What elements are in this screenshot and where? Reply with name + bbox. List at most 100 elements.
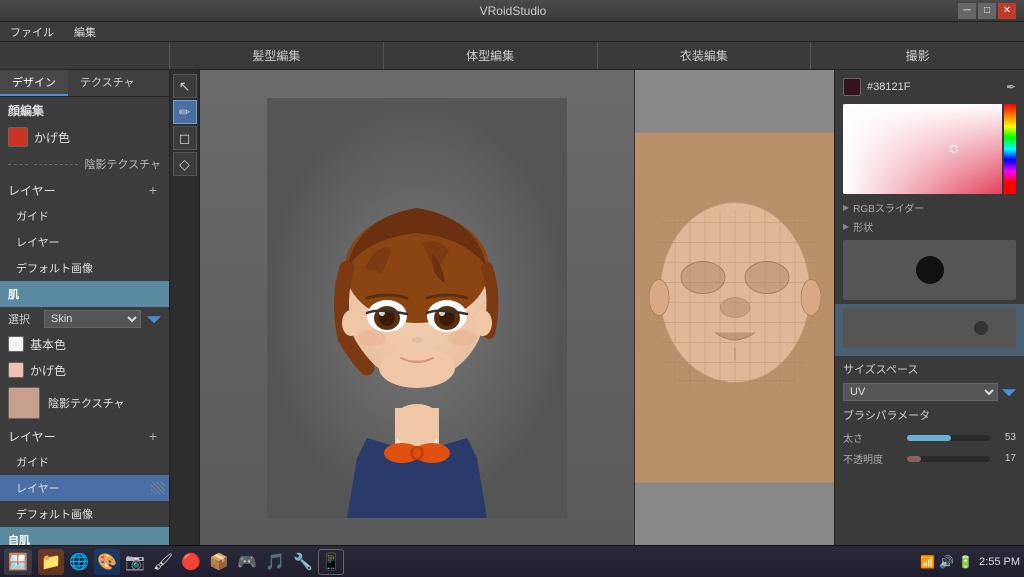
face-shadow-color-swatch[interactable] (8, 127, 28, 147)
default-image-row-1[interactable]: デフォルト画像 (0, 255, 169, 281)
eyedropper-icon[interactable]: ✒ (1006, 80, 1016, 94)
taskbar-app-4[interactable]: 📷 (122, 549, 148, 575)
window-title: VRoidStudio (68, 4, 958, 18)
guide-row-1[interactable]: ガイド (0, 203, 169, 229)
maximize-button[interactable]: □ (978, 3, 996, 19)
add-skin-layer-button[interactable]: + (145, 428, 161, 444)
skin-select-row: 選択 Skin (0, 307, 169, 331)
taskbar-system-icons: 📶 🔊 🔋 (920, 555, 973, 569)
color-hex-swatch[interactable] (843, 78, 861, 96)
fill-tool-button[interactable]: ◇ (173, 152, 197, 176)
color-gradient (843, 104, 1002, 194)
taskbar-app-7[interactable]: 📦 (206, 549, 232, 575)
taskbar: 🪟 📁 🌐 🎨 📷 🖌 🔴 📦 🎮 🎵 🔧 📱 📶 🔊 🔋 2:55 PM (0, 545, 1024, 577)
main-content: デザイン テクスチャ 顔編集 かげ色 陰影テクスチャ レイヤー + ガイド レイ… (0, 70, 1024, 545)
rgb-slider-section-label: RGBスライダー (835, 198, 1024, 217)
cursor-tool-button[interactable]: ↖ (173, 74, 197, 98)
tab-costume[interactable]: 衣装編集 (598, 42, 812, 69)
add-layer-button[interactable]: + (145, 182, 161, 198)
skin-base-color-row[interactable]: 基本色 (0, 331, 169, 357)
menu-edit[interactable]: 編集 (70, 22, 100, 42)
skin-base-color-swatch[interactable] (8, 336, 24, 352)
skin-texture-thumb[interactable] (8, 387, 40, 419)
section-header-own-skin: 自肌 (0, 527, 169, 545)
color-cursor[interactable] (950, 145, 958, 153)
face-shadow-color-row[interactable]: かげ色 (0, 123, 169, 151)
brush-tool-button[interactable]: ✏ (173, 100, 197, 124)
skin-select-label: 選択 (8, 311, 38, 327)
skin-select-arrow[interactable] (147, 312, 161, 326)
taskbar-app-8[interactable]: 🎮 (234, 549, 260, 575)
tab-photo[interactable]: 撮影 (811, 42, 1024, 69)
taskbar-app-6[interactable]: 🔴 (178, 549, 204, 575)
skin-select-dropdown[interactable]: Skin (44, 310, 141, 328)
title-bar: VRoidStudio ─ □ ✕ (0, 0, 1024, 22)
size-space-label: サイズスペース (835, 358, 1024, 380)
taskbar-app-9[interactable]: 🎵 (262, 549, 288, 575)
taskbar-apps: 📁 🌐 🎨 📷 🖌 🔴 📦 🎮 🎵 🔧 📱 (38, 549, 344, 575)
window-controls[interactable]: ─ □ ✕ (958, 3, 1016, 19)
tab-body[interactable]: 体型編集 (384, 42, 598, 69)
brush-params-label: ブラシパラメータ (835, 404, 1024, 426)
taskbar-app-5[interactable]: 🖌 (150, 549, 176, 575)
skin-default-image-row[interactable]: デフォルト画像 (0, 501, 169, 527)
texture-viewport[interactable] (634, 70, 834, 545)
layer-row-1[interactable]: レイヤー (0, 229, 169, 255)
skin-layer-header-row: レイヤー + (0, 423, 169, 449)
layer-icons (151, 482, 165, 494)
taskbar-app-11[interactable]: 📱 (318, 549, 344, 575)
color-picker-area[interactable] (843, 104, 1016, 194)
brush-shape-preview[interactable] (843, 240, 1016, 300)
brush-shape-circle (916, 256, 944, 284)
skin-texture-row[interactable]: 陰影テクスチャ (0, 383, 169, 423)
thickness-track[interactable] (907, 435, 990, 441)
taskbar-left: 🪟 📁 🌐 🎨 📷 🖌 🔴 📦 🎮 🎵 🔧 📱 (4, 549, 344, 575)
texture-dash-right (34, 164, 78, 165)
skin-shadow-color-row[interactable]: かげ色 (0, 357, 169, 383)
default-image-label-1: デフォルト画像 (8, 260, 93, 276)
3d-viewport[interactable] (200, 70, 634, 545)
tool-panel: ↖ ✏ ◻ ◇ (170, 70, 200, 545)
face-section-label: 顔編集 (8, 102, 44, 119)
opacity-value: 17 (994, 453, 1016, 464)
taskbar-app-1[interactable]: 📁 (38, 549, 64, 575)
color-hex-text: #38121F (867, 81, 1000, 93)
layer-pattern-icon (151, 482, 165, 494)
menu-file[interactable]: ファイル (6, 22, 58, 42)
face-shadow-color-label: かげ色 (34, 129, 70, 146)
taskbar-time: 2:55 PM (979, 556, 1020, 568)
right-panel: #38121F ✒ RGBスライダー 形状 サイズスペース (834, 70, 1024, 545)
skin-guide-row[interactable]: ガイド (0, 449, 169, 475)
opacity-track[interactable] (907, 456, 990, 462)
opacity-label: 不透明度 (843, 451, 903, 466)
tab-hair[interactable]: 髪型編集 (170, 42, 384, 69)
main-tab-bar: 髪型編集 体型編集 衣装編集 撮影 (0, 42, 1024, 70)
taskbar-app-2[interactable]: 🌐 (66, 549, 92, 575)
close-button[interactable]: ✕ (998, 3, 1016, 19)
taskbar-app-3[interactable]: 🎨 (94, 549, 120, 575)
skin-shadow-color-label: かげ色 (30, 362, 66, 379)
layer-label: レイヤー (8, 182, 139, 199)
thickness-slider-row: 太さ 53 (835, 428, 1024, 447)
face-texture-row[interactable]: 陰影テクスチャ (0, 151, 169, 177)
face-texture-label: 陰影テクスチャ (84, 156, 161, 172)
sub-tab-design[interactable]: デザイン (0, 70, 68, 96)
start-button[interactable]: 🪟 (4, 549, 32, 575)
skin-shadow-color-swatch[interactable] (8, 362, 24, 378)
color-hue-bar[interactable] (1004, 104, 1016, 194)
opacity-slider-visual (843, 308, 1016, 348)
thickness-fill (907, 435, 951, 441)
network-icon: 📶 (920, 555, 935, 569)
skin-layer-row-selected[interactable]: レイヤー (0, 475, 169, 501)
skin-texture-label: 陰影テクスチャ (48, 395, 125, 411)
minimize-button[interactable]: ─ (958, 3, 976, 19)
taskbar-app-10[interactable]: 🔧 (290, 549, 316, 575)
skin-layer-label: レイヤー (8, 428, 139, 445)
skin-base-color-label: 基本色 (30, 336, 66, 353)
eraser-tool-button[interactable]: ◻ (173, 126, 197, 150)
volume-icon: 🔊 (939, 555, 954, 569)
sub-tab-texture[interactable]: テクスチャ (68, 70, 147, 96)
size-space-dropdown-arrow[interactable] (1002, 385, 1016, 399)
taskbar-right: 📶 🔊 🔋 2:55 PM (920, 555, 1020, 569)
size-space-dropdown[interactable]: UV (843, 383, 998, 401)
